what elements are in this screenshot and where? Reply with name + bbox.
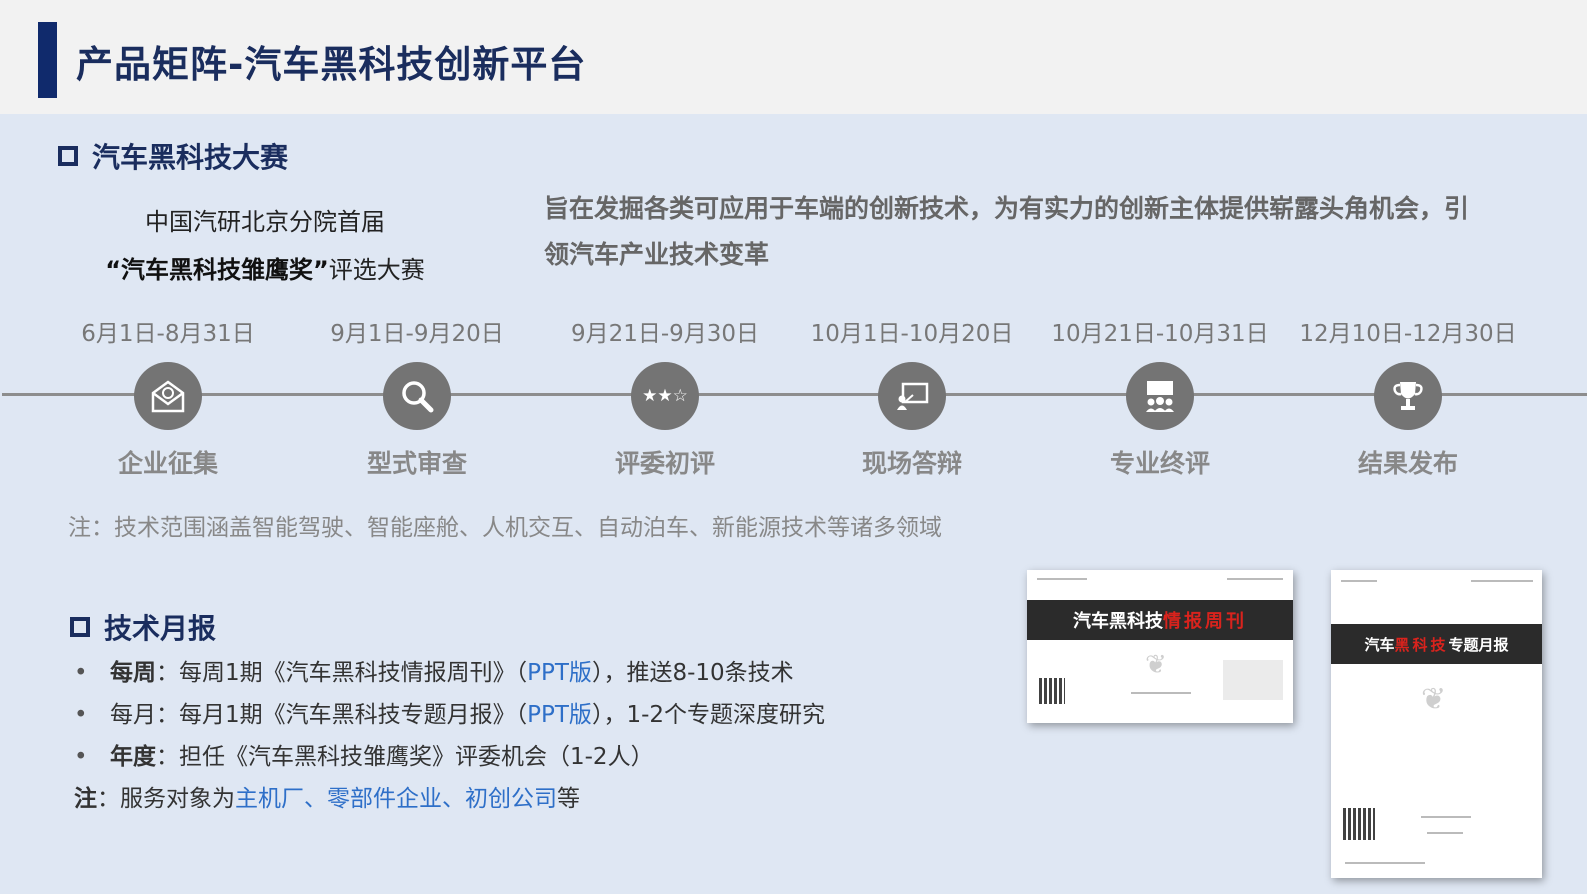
step-label: 型式审查 <box>366 449 467 478</box>
doc-footer-line <box>1421 816 1471 818</box>
step-label: 专业终评 <box>1109 449 1210 478</box>
intro-line-1: 中国汽研北京分院首届 <box>145 208 385 236</box>
step-date: 10月21日-10月31日 <box>1051 321 1269 347</box>
item-lead: 每周 <box>110 660 156 686</box>
section-title-text: 技术月报 <box>104 612 217 645</box>
doc-header-line <box>1227 578 1283 580</box>
bullet: • <box>74 660 88 686</box>
report-list: • 每周 ：每周1期《汽车黑科技情报周刊》（ PPT版 ），推送8-10条技术 … <box>74 652 825 820</box>
timeline-step-5: 10月21日-10月31日 专业终评 <box>1035 314 1285 480</box>
service-note: 注：服务对象为主机厂、零部件企业、初创公司等 <box>74 778 825 820</box>
item-format: PPT版 <box>527 660 592 686</box>
description-line-2: 领汽车产业技术变革 <box>544 240 770 269</box>
qr-code-icon <box>1039 678 1065 704</box>
timeline-step-1: 6月1日-8月31日 企业征集 <box>43 314 293 480</box>
doc-footer-line <box>1345 862 1425 864</box>
trophy-icon <box>1374 362 1442 430</box>
main-content: 汽车黑科技大赛 中国汽研北京分院首届 “汽车黑科技雏鹰奖”评选大赛 旨在发掘各类… <box>0 114 1587 894</box>
timeline-step-4: 10月1日-10月20日 现场答辩 <box>787 314 1037 480</box>
step-label: 企业征集 <box>117 449 218 478</box>
weekly-report-thumbnail: 汽车黑科技 情报周刊 ❦ <box>1027 570 1293 723</box>
monthly-title-white-2: 专题月报 <box>1448 635 1509 654</box>
list-item: • 年度 ：担任《汽车黑科技雏鹰奖》评委机会（1-2人） <box>74 736 825 778</box>
step-date: 9月1日-9月20日 <box>330 321 504 347</box>
doc-header-line <box>1471 580 1533 582</box>
timeline-step-3: 9月21日-9月30日 ★★☆ 评委初评 <box>540 314 790 480</box>
doc-footer-line <box>1131 692 1191 694</box>
eagle-logo-icon: ❦ <box>1145 650 1167 680</box>
stars-icon: ★★☆ <box>631 362 699 430</box>
list-item: • 每月 ：每月1期《汽车黑科技专题月报》（ PPT版 ），1-2个专题深度研究 <box>74 694 825 736</box>
list-item: • 每周 ：每周1期《汽车黑科技情报周刊》（ PPT版 ），推送8-10条技术 <box>74 652 825 694</box>
item-text: ：每月1期《汽车黑科技专题月报》（ <box>156 702 528 728</box>
monthly-report-thumbnail: 汽车 黑科技 专题月报 ❦ <box>1331 570 1542 878</box>
header-accent-bar <box>38 22 57 98</box>
calendar-graphic <box>1223 660 1283 700</box>
qr-code-icon <box>1343 808 1375 840</box>
weekly-title-band: 汽车黑科技 情报周刊 <box>1027 600 1293 640</box>
section-title-text: 汽车黑科技大赛 <box>92 141 289 174</box>
doc-header-line <box>1341 580 1377 582</box>
step-date: 9月21日-9月30日 <box>570 321 760 347</box>
note-tail: 等 <box>557 786 580 812</box>
meeting-icon <box>1126 362 1194 430</box>
timeline-step-2: 9月1日-9月20日 型式审查 <box>292 314 542 480</box>
note-highlight: 主机厂、零部件企业、初创公司 <box>235 786 557 812</box>
checkbox-square-icon <box>58 146 78 166</box>
intro-line-2-rest: 评选大赛 <box>328 256 425 284</box>
envelope-icon <box>134 362 202 430</box>
page-title: 产品矩阵-汽车黑科技创新平台 <box>76 43 587 86</box>
step-date: 6月1日-8月31日 <box>81 321 255 347</box>
intro-line-2: “汽车黑科技雏鹰奖”评选大赛 <box>70 246 460 294</box>
competition-description: 旨在发掘各类可应用于车端的创新技术，为有实力的创新主体提供崭露头角机会，引 领汽… <box>544 186 1524 278</box>
step-label: 评委初评 <box>614 449 715 478</box>
weekly-title-red: 情报周刊 <box>1163 611 1247 632</box>
section-title-competition: 汽车黑科技大赛 <box>58 136 288 176</box>
award-name: “汽车黑科技雏鹰奖” <box>105 256 329 284</box>
eagle-logo-icon: ❦ <box>1421 682 1447 717</box>
header: 产品矩阵-汽车黑科技创新平台 <box>0 0 1587 114</box>
step-date: 12月10日-12月30日 <box>1299 321 1517 347</box>
note-text: ：服务对象为 <box>97 786 235 812</box>
doc-footer-line <box>1427 832 1463 834</box>
monthly-title-band: 汽车 黑科技 专题月报 <box>1331 624 1542 664</box>
bullet: • <box>74 702 88 728</box>
search-icon <box>383 362 451 430</box>
item-format: PPT版 <box>527 702 592 728</box>
competition-note: 注：技术范围涵盖智能驾驶、智能座舱、人机交互、自动泊车、新能源技术等诸多领域 <box>68 515 942 541</box>
item-text: ：每周1期《汽车黑科技情报周刊》（ <box>156 660 528 686</box>
competition-intro: 中国汽研北京分院首届 “汽车黑科技雏鹰奖”评选大赛 <box>70 198 460 294</box>
step-label: 现场答辩 <box>861 449 962 478</box>
weekly-title-white: 汽车黑科技 <box>1073 611 1163 632</box>
checkbox-square-icon <box>70 617 90 637</box>
item-lead: 年度 <box>110 744 156 770</box>
step-label: 结果发布 <box>1357 449 1458 478</box>
item-text-tail: ），推送8-10条技术 <box>591 660 794 686</box>
item-text-tail: ），1-2个专题深度研究 <box>591 702 826 728</box>
item-text: ：担任《汽车黑科技雏鹰奖》评委机会（1-2人） <box>156 744 654 770</box>
note-lead: 注 <box>74 786 97 812</box>
description-line-1: 旨在发掘各类可应用于车端的创新技术，为有实力的创新主体提供崭露头角机会，引 <box>544 194 1470 223</box>
doc-header-line <box>1037 578 1087 580</box>
section-title-monthly: 技术月报 <box>70 607 216 647</box>
item-lead: 每月 <box>110 702 156 728</box>
timeline-step-6: 12月10日-12月30日 结果发布 <box>1283 314 1533 480</box>
monthly-title-red: 黑科技 <box>1394 635 1449 654</box>
presentation-icon <box>878 362 946 430</box>
bullet: • <box>74 744 88 770</box>
step-date: 10月1日-10月20日 <box>810 321 1014 347</box>
monthly-title-white-1: 汽车 <box>1364 635 1395 654</box>
